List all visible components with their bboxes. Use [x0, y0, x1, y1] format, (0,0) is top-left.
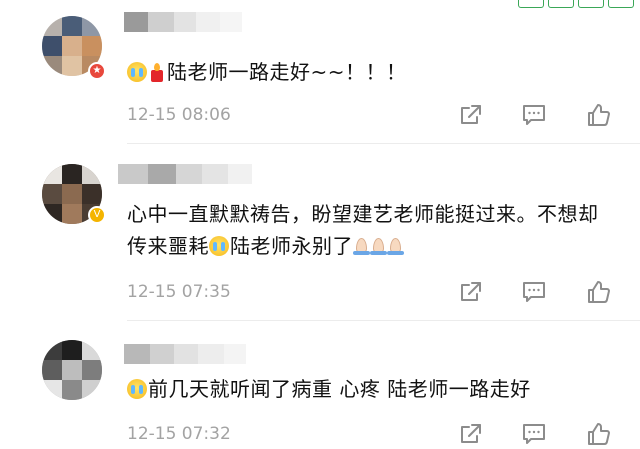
- username-redacted[interactable]: [118, 164, 252, 184]
- comment-meta: 12-15 08:06: [127, 103, 627, 127]
- divider: [127, 143, 640, 144]
- toolbar-button[interactable]: [548, 0, 574, 8]
- divider: [127, 320, 640, 321]
- thumbs-up-icon: [588, 104, 610, 126]
- top-toolbar-fragment: [472, 0, 640, 8]
- comment-text-segment: 陆老师永别了: [230, 234, 353, 258]
- comment-button[interactable]: [520, 420, 548, 448]
- toolbar-button[interactable]: [608, 0, 634, 8]
- comment-icon: [523, 424, 545, 444]
- like-button[interactable]: [585, 101, 613, 129]
- folded-hands-emoji: [387, 237, 404, 255]
- comment-time: 12-15 07:35: [127, 282, 231, 302]
- folded-hands-emoji: [353, 237, 370, 255]
- comment-meta: 12-15 07:32: [127, 422, 627, 446]
- thumbs-up-icon: [588, 423, 610, 445]
- crying-face-emoji: [127, 62, 147, 82]
- toolbar-button[interactable]: [518, 0, 544, 8]
- verified-badge: V: [88, 206, 106, 224]
- comment-text: 心中一直默默祷告，盼望建艺老师能挺过来。不想却传来噩耗 陆老师永别了: [127, 198, 612, 262]
- share-button[interactable]: [457, 278, 485, 306]
- avatar[interactable]: [42, 340, 102, 400]
- comment-button[interactable]: [520, 278, 548, 306]
- comment-text: 前几天就听闻了病重 心疼 陆老师一路走好: [127, 373, 612, 405]
- comment-text-segment: 陆老师一路走好~~！！！: [167, 60, 407, 84]
- share-button[interactable]: [457, 101, 485, 129]
- share-icon: [461, 282, 481, 301]
- like-button[interactable]: [585, 278, 613, 306]
- comment-time: 12-15 08:06: [127, 105, 231, 125]
- folded-hands-emoji: [370, 237, 387, 255]
- comment-icon: [523, 282, 545, 302]
- crying-face-emoji: [127, 379, 147, 399]
- comment-time: 12-15 07:32: [127, 424, 231, 444]
- share-button[interactable]: [457, 420, 485, 448]
- comment-button[interactable]: [520, 101, 548, 129]
- thumbs-up-icon: [588, 281, 610, 303]
- toolbar-button[interactable]: [578, 0, 604, 8]
- share-icon: [461, 105, 481, 124]
- comment-text-segment: 前几天就听闻了病重 心疼 陆老师一路走好: [148, 377, 531, 401]
- username-redacted[interactable]: [124, 12, 242, 32]
- share-icon: [461, 424, 481, 443]
- comment-icon: [523, 105, 545, 125]
- like-button[interactable]: [585, 420, 613, 448]
- verified-badge: ★: [88, 62, 106, 80]
- crying-face-emoji: [209, 236, 229, 256]
- comment-meta: 12-15 07:35: [127, 280, 627, 304]
- comment-text: 陆老师一路走好~~！！！: [127, 56, 612, 88]
- username-redacted[interactable]: [124, 344, 246, 364]
- candle-emoji: [148, 62, 164, 82]
